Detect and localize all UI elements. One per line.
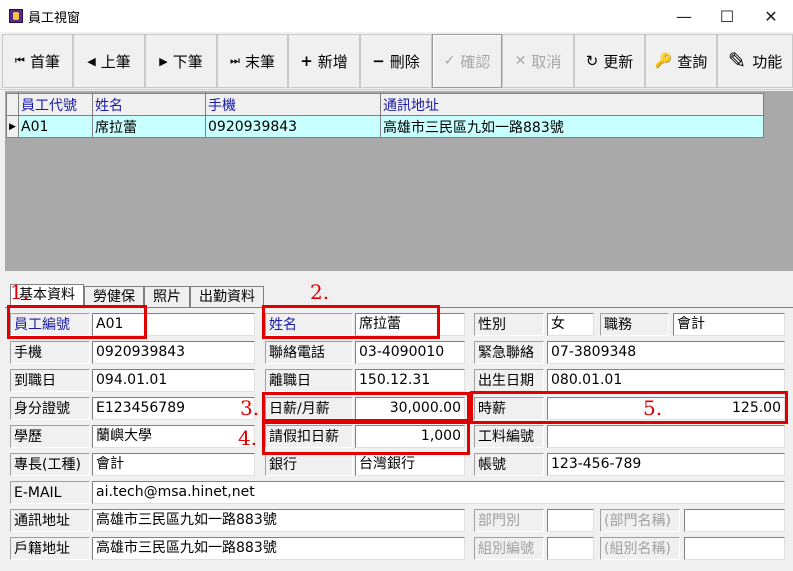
- bank-field[interactable]: 台灣銀行: [355, 453, 465, 476]
- annotation-2: 2.: [310, 280, 330, 304]
- highlight-box-1: [7, 305, 147, 339]
- dept-field[interactable]: [547, 509, 594, 532]
- maximize-button[interactable]: ☐: [704, 0, 750, 32]
- emergency-label: 緊急聯絡: [474, 341, 544, 364]
- annotation-4: 4.: [238, 426, 258, 450]
- row-indicator-icon: ▶: [6, 115, 19, 138]
- highlight-box-2: [262, 305, 440, 339]
- delete-button[interactable]: − 刪除: [360, 34, 432, 88]
- query-button[interactable]: 🔑 查詢: [645, 34, 717, 88]
- cell-name[interactable]: 席拉蕾: [92, 115, 206, 138]
- address-label: 通訊地址: [10, 509, 90, 532]
- phone-field[interactable]: 03-4090010: [355, 341, 465, 364]
- dept-label: 部門別: [474, 509, 544, 532]
- window-title: 員工視窗: [28, 10, 81, 26]
- first-record-button[interactable]: ⏮ 首筆: [2, 34, 73, 88]
- grid-indicator-header: [6, 93, 19, 116]
- refresh-button[interactable]: ↻ 更新: [574, 34, 645, 88]
- group-name-label: (組別名稱): [600, 537, 680, 560]
- app-icon: [9, 9, 23, 23]
- highlight-box-3: [262, 392, 470, 422]
- hire-date-field[interactable]: 094.01.01: [92, 369, 255, 392]
- checkmark-icon: ✓: [443, 53, 456, 69]
- mobile-label: 手機: [10, 341, 90, 364]
- registered-address-field[interactable]: 高雄市三民區九如一路883號: [92, 537, 465, 560]
- email-field[interactable]: ai.tech@msa.hinet,net: [92, 481, 785, 504]
- leave-date-label: 離職日: [265, 369, 353, 392]
- tablet-icon: ✎: [727, 48, 747, 74]
- cell-mobile[interactable]: 0920939843: [205, 115, 381, 138]
- grid-header-name[interactable]: 姓名: [92, 93, 206, 116]
- cell-emp-id[interactable]: A01: [18, 115, 93, 138]
- tab-attendance[interactable]: 出勤資料: [190, 286, 264, 308]
- id-number-field[interactable]: E123456789: [92, 397, 255, 420]
- account-field[interactable]: 123-456-789: [547, 453, 785, 476]
- confirm-button[interactable]: ✓ 確認: [432, 34, 502, 88]
- grid-header-emp-id[interactable]: 員工代號: [18, 93, 93, 116]
- id-number-label: 身分證號: [10, 397, 90, 420]
- next-record-button[interactable]: ▶ 下筆: [145, 34, 217, 88]
- grid-header-address[interactable]: 通訊地址: [380, 93, 764, 116]
- table-row[interactable]: ▶ A01 席拉蕾 0920939843 高雄市三民區九如一路883號: [6, 115, 764, 138]
- bank-label: 銀行: [265, 453, 353, 476]
- toolbar: ⏮ 首筆 ◀ 上筆 ▶ 下筆 ⏭ 末筆 + 新增 − 刪除 ✓ 確認 ✕ 取消 ↻ 更新 🔑 查詢 …: [0, 32, 793, 90]
- grid-header-mobile[interactable]: 手機: [205, 93, 381, 116]
- birth-date-field[interactable]: 080.01.01: [547, 369, 785, 392]
- registered-address-label: 戶籍地址: [10, 537, 90, 560]
- highlight-box-4: [262, 421, 470, 455]
- education-label: 學歷: [10, 425, 90, 448]
- minus-icon: −: [372, 52, 385, 70]
- minimize-button[interactable]: —: [661, 0, 707, 32]
- close-button[interactable]: ✕: [748, 0, 793, 32]
- grid-header-row: 員工代號 姓名 手機 通訊地址: [6, 93, 764, 116]
- position-label: 職務: [600, 313, 669, 336]
- email-label: E-MAIL: [10, 481, 90, 504]
- prev-record-button[interactable]: ◀ 上筆: [73, 34, 145, 88]
- add-button[interactable]: + 新增: [288, 34, 360, 88]
- phone-label: 聯絡電話: [265, 341, 353, 364]
- gender-field[interactable]: 女: [547, 313, 594, 336]
- highlight-box-5: [470, 391, 788, 424]
- grid-table: 員工代號 姓名 手機 通訊地址 ▶ A01 席拉蕾 0920939843 高雄市…: [6, 93, 764, 138]
- account-label: 帳號: [474, 453, 544, 476]
- next-icon: ▶: [159, 54, 168, 68]
- skill-field[interactable]: 會計: [92, 453, 255, 476]
- annotation-1: 1.: [10, 280, 30, 304]
- group-field[interactable]: [547, 537, 594, 560]
- cost-no-label: 工料編號: [474, 425, 544, 448]
- title-bar: 員工視窗 — ☐ ✕: [0, 0, 793, 32]
- tab-photo[interactable]: 照片: [144, 286, 190, 308]
- skill-label: 專長(工種): [10, 453, 90, 476]
- emergency-field[interactable]: 07-3809348: [547, 341, 785, 364]
- function-button[interactable]: ✎ 功能: [717, 34, 793, 88]
- employee-grid: 員工代號 姓名 手機 通訊地址 ▶ A01 席拉蕾 0920939843 高雄市…: [5, 91, 793, 271]
- gender-label: 性別: [474, 313, 544, 336]
- last-icon: ⏭: [230, 54, 240, 67]
- x-icon: ✕: [514, 53, 527, 69]
- position-field[interactable]: 會計: [673, 313, 785, 336]
- dept-name-label: (部門名稱): [600, 509, 680, 532]
- dept-name-field[interactable]: [684, 509, 785, 532]
- refresh-icon: ↻: [585, 52, 599, 70]
- cancel-button[interactable]: ✕ 取消: [502, 34, 574, 88]
- birth-date-label: 出生日期: [474, 369, 544, 392]
- group-name-field[interactable]: [684, 537, 785, 560]
- first-icon: ⏮: [15, 54, 25, 67]
- mobile-field[interactable]: 0920939843: [92, 341, 255, 364]
- key-icon: 🔑: [654, 53, 673, 69]
- plus-icon: +: [300, 52, 313, 70]
- cell-address[interactable]: 高雄市三民區九如一路883號: [380, 115, 764, 138]
- last-record-button[interactable]: ⏭ 末筆: [217, 34, 288, 88]
- education-field[interactable]: 蘭嶼大學: [92, 425, 255, 448]
- annotation-3: 3.: [240, 396, 260, 420]
- group-label: 組別編號: [474, 537, 544, 560]
- leave-date-field[interactable]: 150.12.31: [355, 369, 465, 392]
- address-field[interactable]: 高雄市三民區九如一路883號: [92, 509, 465, 532]
- hire-date-label: 到職日: [10, 369, 90, 392]
- prev-icon: ◀: [87, 54, 96, 68]
- cost-no-field[interactable]: [547, 425, 785, 448]
